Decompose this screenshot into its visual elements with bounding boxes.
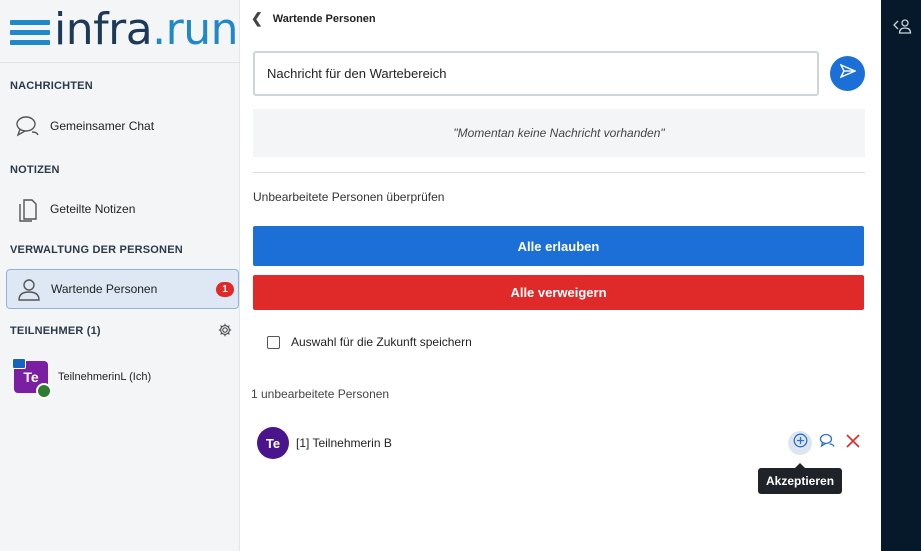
accept-tooltip: Akzeptieren (758, 463, 843, 494)
logo: infra.run (10, 4, 239, 55)
empty-message-box: "Momentan keine Nachricht vorhanden" (253, 109, 865, 157)
section-participants: TEILNEHMER (1) (10, 325, 101, 337)
plus-circle-icon (793, 433, 808, 453)
logo-mark (10, 19, 50, 45)
remember-choice-option[interactable]: Auswahl für die Zukunft speichern (267, 335, 472, 349)
panel-title: Wartende Personen (272, 12, 376, 25)
allow-all-button[interactable]: Alle erlauben (253, 226, 864, 266)
waiting-count-badge: 1 (216, 282, 234, 297)
presenter-icon (12, 358, 26, 369)
waiting-room-panel: ❮ Wartende Personen "Momentan keine Nach… (241, 0, 881, 551)
sidebar-item-label: Wartende Personen (51, 282, 158, 296)
remember-choice-checkbox[interactable] (267, 335, 280, 349)
back-button[interactable]: ❮ Wartende Personen (251, 10, 376, 27)
sidebar-item-shared-notes[interactable]: Geteilte Notizen (6, 189, 239, 229)
chat-icon (819, 433, 835, 453)
avatar: Te (12, 358, 52, 399)
section-notes: NOTIZEN (10, 164, 60, 176)
review-heading: Unbearbeitete Personen überprüfen (253, 190, 445, 204)
expand-user-panel-icon[interactable] (893, 18, 913, 39)
pending-count: 1 unbearbeitete Personen (251, 387, 390, 401)
chat-icon (6, 114, 50, 138)
divider (253, 172, 865, 173)
close-icon (846, 433, 860, 453)
notes-icon (6, 196, 50, 222)
participant-item[interactable]: Te TeilnehmerinL (Ich) (12, 358, 152, 399)
sidebar-item-waiting-persons[interactable]: Wartende Personen 1 (6, 269, 239, 309)
logo-text: infra.run (54, 4, 239, 55)
sidebar: infra.run NACHRICHTEN Gemeinsamer Chat N… (0, 0, 240, 551)
section-management: VERWALTUNG DER PERSONEN (10, 244, 183, 256)
sidebar-item-label: Geteilte Notizen (50, 202, 136, 216)
deny-button[interactable] (841, 431, 865, 455)
gear-icon[interactable] (218, 323, 232, 342)
microphone-icon (36, 383, 52, 399)
chevron-left-icon: ❮ (251, 10, 263, 26)
avatar: Te (257, 427, 289, 459)
accept-button[interactable] (788, 431, 812, 455)
deny-all-button[interactable]: Alle verweigern (253, 275, 864, 310)
private-chat-button[interactable] (815, 431, 839, 455)
sidebar-divider (0, 62, 240, 63)
sidebar-item-label: Gemeinsamer Chat (50, 119, 155, 133)
waiting-message-input[interactable] (253, 51, 819, 96)
user-icon (7, 277, 51, 301)
pending-person-name: [1] Teilnehmerin B (296, 436, 392, 450)
sidebar-item-shared-chat[interactable]: Gemeinsamer Chat (6, 106, 239, 146)
send-button[interactable] (830, 56, 865, 91)
remember-choice-label: Auswahl für die Zukunft speichern (291, 335, 472, 349)
participant-name: TeilnehmerinL (Ich) (58, 371, 152, 383)
pending-person-row: Te [1] Teilnehmerin B (257, 427, 392, 459)
send-icon (839, 63, 857, 84)
section-messages: NACHRICHTEN (10, 80, 93, 92)
right-collapsed-panel (881, 0, 921, 551)
